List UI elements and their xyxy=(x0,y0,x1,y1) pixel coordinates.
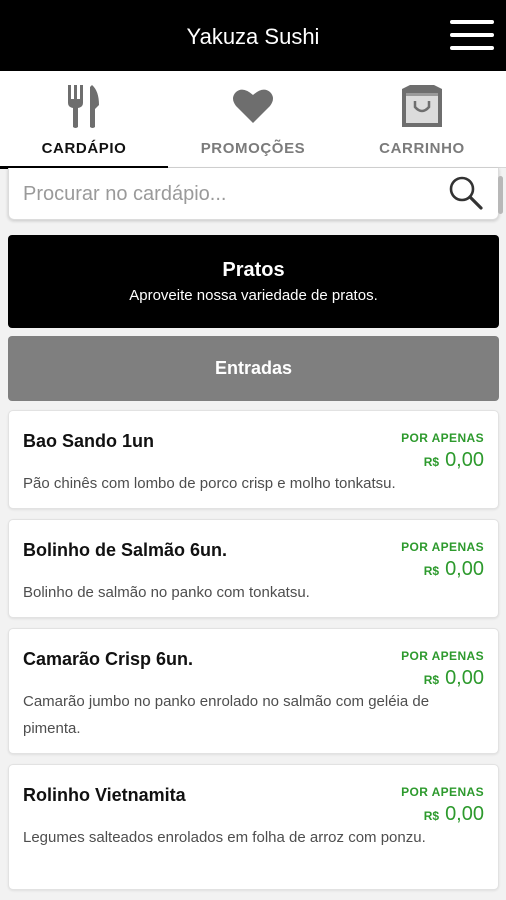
currency: R$ xyxy=(423,455,440,469)
hamburger-menu-icon[interactable] xyxy=(450,18,494,52)
price-value: 0,00 xyxy=(445,558,484,580)
price-value: 0,00 xyxy=(445,667,484,689)
fork-knife-icon xyxy=(68,85,99,128)
scrollbar[interactable] xyxy=(498,176,503,214)
price-label: POR APENAS xyxy=(401,540,484,554)
category-banner: Pratos Aproveite nossa variedade de prat… xyxy=(8,235,499,328)
product-name: Bao Sando 1un xyxy=(23,431,155,451)
product-card[interactable]: Bao Sando 1un POR APENAS R$ 0,00 Pão chin… xyxy=(8,410,499,509)
menu-line xyxy=(450,33,494,37)
tab-label: CARRINHO xyxy=(379,140,465,157)
menu-line xyxy=(450,46,494,50)
product-description: Camarão jumbo no panko enrolado no salmã… xyxy=(23,693,430,737)
product-price: R$ 0,00 xyxy=(424,667,484,690)
tab-carrinho[interactable]: CARRINHO xyxy=(338,71,506,168)
price-value: 0,00 xyxy=(445,803,484,825)
currency: R$ xyxy=(423,673,440,687)
product-name: Camarão Crisp 6un. xyxy=(23,649,194,669)
tab-bar: CARDÁPIO PROMOÇÕES CARRINHO xyxy=(0,71,506,169)
section-header[interactable]: Entradas xyxy=(8,336,499,401)
menu-line xyxy=(450,20,494,24)
product-card[interactable]: Rolinho Vietnamita POR APENAS R$ 0,00 Leg… xyxy=(8,764,499,890)
category-title: Pratos xyxy=(222,259,285,281)
tab-cardapio[interactable]: CARDÁPIO xyxy=(0,71,168,169)
price-label: POR APENAS xyxy=(401,649,484,663)
app-header: Yakuza Sushi xyxy=(0,0,506,71)
product-card[interactable]: Camarão Crisp 6un. POR APENAS R$ 0,00 Cam… xyxy=(8,628,499,754)
currency: R$ xyxy=(423,809,440,823)
currency: R$ xyxy=(423,564,440,578)
heart-icon xyxy=(233,89,273,123)
search-input[interactable] xyxy=(23,176,433,212)
product-card[interactable]: Bolinho de Salmão 6un. POR APENAS R$ 0,00… xyxy=(8,519,499,618)
product-name: Bolinho de Salmão 6un. xyxy=(23,540,228,560)
tab-label: CARDÁPIO xyxy=(41,140,127,157)
product-description: Legumes salteados enrolados em folha de … xyxy=(23,829,426,846)
product-description: Pão chinês com lombo de porco crisp e mo… xyxy=(23,475,396,492)
product-name: Rolinho Vietnamita xyxy=(23,785,186,805)
tab-promocoes[interactable]: PROMOÇÕES xyxy=(169,71,337,168)
category-subtitle: Aproveite nossa variedade de pratos. xyxy=(129,287,378,304)
search-icon[interactable] xyxy=(448,175,484,211)
search-box xyxy=(8,168,499,220)
product-price: R$ 0,00 xyxy=(424,803,484,826)
product-price: R$ 0,00 xyxy=(424,558,484,581)
tab-label: PROMOÇÕES xyxy=(200,140,306,157)
price-label: POR APENAS xyxy=(401,785,484,799)
product-description: Bolinho de salmão no panko com tonkatsu. xyxy=(23,584,310,601)
product-price: R$ 0,00 xyxy=(424,449,484,472)
shopping-bag-icon xyxy=(402,85,442,127)
app-title: Yakuza Sushi xyxy=(186,24,320,49)
price-value: 0,00 xyxy=(445,449,484,471)
price-label: POR APENAS xyxy=(401,431,484,445)
